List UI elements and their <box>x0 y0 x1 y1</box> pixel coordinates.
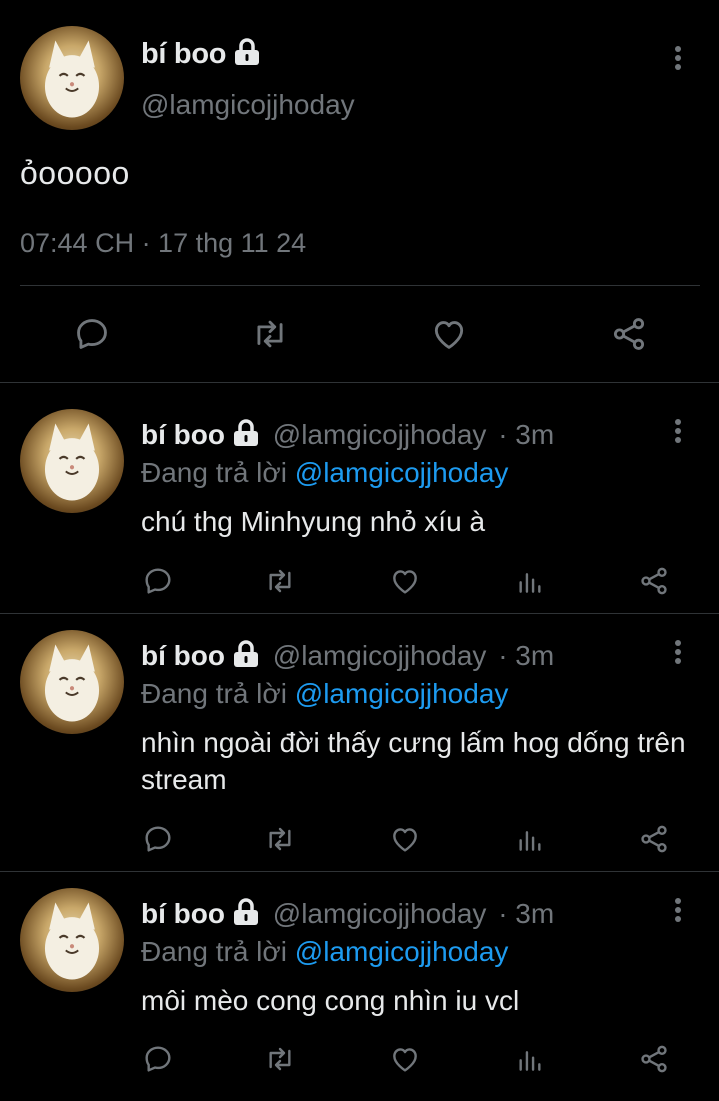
cat-avatar-icon <box>44 40 100 118</box>
cat-avatar-icon <box>44 644 100 722</box>
tweet-text: chú thg Minhyung nhỏ xíu à <box>141 506 486 537</box>
display-name-text: bí boo <box>141 38 227 70</box>
analytics-icon <box>519 1051 541 1071</box>
display-name[interactable]: bí boo <box>141 419 225 450</box>
avatar[interactable] <box>20 888 124 992</box>
retweet-icon <box>269 569 291 593</box>
reply-icon <box>77 319 107 349</box>
like-icon <box>393 1048 417 1072</box>
more-options-icon[interactable] <box>672 898 684 928</box>
share-icon <box>641 825 667 853</box>
tweet-text: ỏooooo <box>20 155 130 191</box>
analytics-button[interactable] <box>512 821 548 857</box>
retweet-icon <box>269 1047 291 1071</box>
cat-avatar-icon <box>44 902 100 980</box>
share-button[interactable] <box>607 312 651 356</box>
display-name[interactable]: bí boo <box>141 38 262 74</box>
handle[interactable]: @lamgicojjhoday <box>273 898 487 929</box>
handle[interactable]: @lamgicojjhoday <box>141 89 355 121</box>
reply-icon <box>145 568 171 594</box>
more-options-icon[interactable] <box>672 46 684 76</box>
avatar[interactable] <box>20 409 124 513</box>
replying-to-link[interactable]: @lamgicojjhoday <box>295 457 509 488</box>
analytics-icon <box>519 831 541 851</box>
reply-tweet[interactable]: bí boo @lamgicojjhoday · 3m Đang trả lời… <box>0 383 719 613</box>
reply-icon <box>145 826 171 852</box>
replying-prefix: Đang trả lời <box>141 457 287 488</box>
lock-icon <box>231 640 261 675</box>
tweet-text: môi mèo cong cong nhìn iu vcl <box>141 985 520 1016</box>
like-button[interactable] <box>427 312 471 356</box>
share-button[interactable] <box>636 821 672 857</box>
more-options-icon[interactable] <box>672 419 684 449</box>
analytics-icon <box>519 573 541 593</box>
cat-avatar-icon <box>44 423 100 501</box>
reply-button[interactable] <box>70 312 114 356</box>
lock-icon <box>231 419 261 454</box>
timestamp: · 3m <box>498 419 555 450</box>
reply-tweet[interactable]: bí boo @lamgicojjhoday · 3m Đang trả lời… <box>0 614 719 871</box>
share-icon <box>641 567 667 595</box>
divider <box>20 285 700 286</box>
main-tweet: bí boo @lamgicojjhoday ỏooooo 07:44 CH ·… <box>0 0 719 383</box>
avatar[interactable] <box>20 26 124 130</box>
like-button[interactable] <box>387 1041 423 1077</box>
like-button[interactable] <box>387 821 423 857</box>
reply-tweet[interactable]: bí boo @lamgicojjhoday · 3m Đang trả lời… <box>0 872 719 1101</box>
lock-icon <box>231 898 261 933</box>
handle[interactable]: @lamgicojjhoday <box>273 419 487 450</box>
replying-prefix: Đang trả lời <box>141 936 287 967</box>
reply-button[interactable] <box>140 1041 176 1077</box>
retweet-icon <box>269 827 291 851</box>
timestamp: · 3m <box>498 640 555 671</box>
share-button[interactable] <box>636 563 672 599</box>
retweet-button[interactable] <box>262 563 298 599</box>
replying-to: Đang trả lời @lamgicojjhoday <box>141 936 508 968</box>
reply-button[interactable] <box>140 821 176 857</box>
retweet-button[interactable] <box>248 312 292 356</box>
reply-header: bí boo @lamgicojjhoday · 3m <box>141 898 554 933</box>
reply-button[interactable] <box>140 563 176 599</box>
like-icon <box>393 570 417 594</box>
handle[interactable]: @lamgicojjhoday <box>273 640 487 671</box>
lock-icon <box>232 38 262 74</box>
more-options-icon[interactable] <box>672 640 684 670</box>
reply-icon <box>145 1046 171 1072</box>
tweet-timestamp[interactable]: 07:44 CH · 17 thg 11 24 <box>20 228 306 259</box>
avatar[interactable] <box>20 630 124 734</box>
retweet-button[interactable] <box>262 821 298 857</box>
like-icon <box>434 321 464 349</box>
tweet-text: nhìn ngoài đời thấy cưng lấm hog dống tr… <box>141 727 686 795</box>
retweet-icon <box>257 320 283 348</box>
replying-to-link[interactable]: @lamgicojjhoday <box>295 936 509 967</box>
share-icon <box>641 1045 667 1073</box>
analytics-button[interactable] <box>512 563 548 599</box>
replying-to: Đang trả lời @lamgicojjhoday <box>141 457 508 489</box>
share-button[interactable] <box>636 1041 672 1077</box>
timestamp: · 3m <box>498 898 555 929</box>
analytics-button[interactable] <box>512 1041 548 1077</box>
reply-header: bí boo @lamgicojjhoday · 3m <box>141 419 554 454</box>
like-icon <box>393 828 417 852</box>
display-name[interactable]: bí boo <box>141 640 225 671</box>
replying-prefix: Đang trả lời <box>141 678 287 709</box>
display-name[interactable]: bí boo <box>141 898 225 929</box>
share-icon <box>613 318 645 350</box>
replying-to-link[interactable]: @lamgicojjhoday <box>295 678 509 709</box>
like-button[interactable] <box>387 563 423 599</box>
replying-to: Đang trả lời @lamgicojjhoday <box>141 678 508 710</box>
retweet-button[interactable] <box>262 1041 298 1077</box>
reply-header: bí boo @lamgicojjhoday · 3m <box>141 640 554 675</box>
